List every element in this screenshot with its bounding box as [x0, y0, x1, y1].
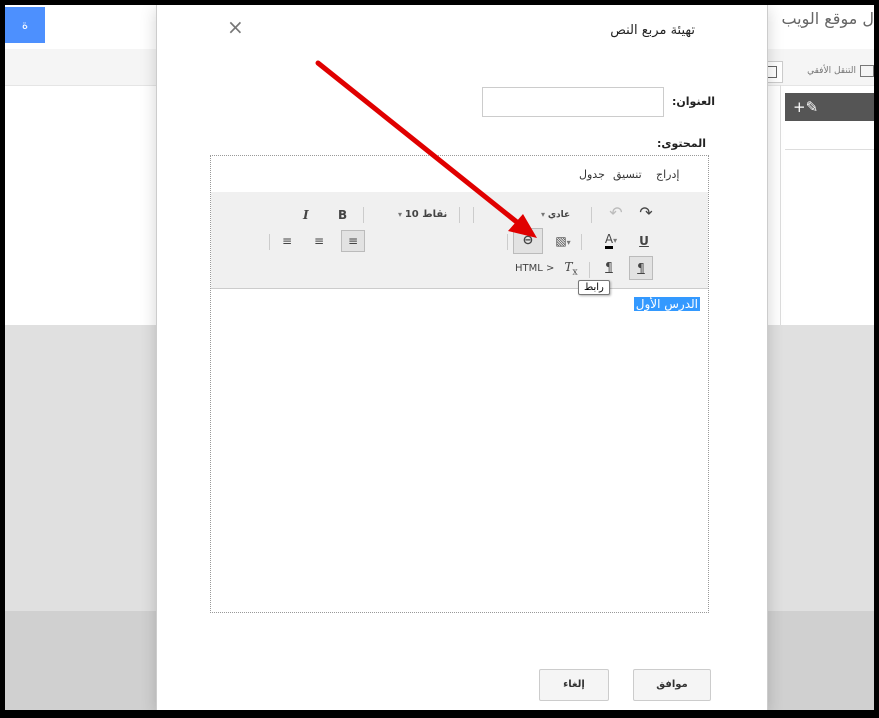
chevron-right-icon: >: [542, 263, 555, 274]
dialog-title: تهيئة مربع النص: [610, 23, 695, 38]
ltr-direction-icon[interactable]: ¶: [599, 258, 619, 276]
dropdown-arrow-icon: ▾: [541, 210, 548, 219]
undo-icon[interactable]: ↶: [605, 204, 627, 222]
clear-formatting-icon[interactable]: Tx: [561, 258, 581, 281]
html-button[interactable]: HTML >: [515, 260, 554, 278]
editor-content-area[interactable]: الدرس الأول: [211, 289, 708, 612]
style-value: عادي: [547, 210, 571, 220]
toolbar-separator: [363, 207, 364, 223]
rich-text-editor: إدراج تنسيق جدول I B ▾ 10 نقاط ▾ عادي ↶ …: [210, 155, 709, 613]
screen: ة ل موقع الويب التنقل الأفقي +✎ تهيئة مر…: [5, 5, 874, 710]
align-left-icon[interactable]: ≡: [277, 232, 297, 250]
horizontal-nav-option[interactable]: التنقل الأفقي: [807, 65, 874, 77]
ok-button[interactable]: موافق: [633, 669, 711, 701]
background-blue-button[interactable]: ة: [5, 7, 45, 43]
rtl-direction-icon[interactable]: ¶: [629, 256, 653, 280]
layout-icon: [860, 65, 874, 77]
toolbar-separator: [591, 207, 592, 223]
content-label: المحتوى:: [657, 137, 707, 150]
title-input[interactable]: [482, 87, 664, 117]
redo-icon[interactable]: ↷: [635, 204, 657, 222]
background-site-title: ل موقع الويب: [781, 9, 874, 28]
link-icon[interactable]: ⊖: [513, 228, 543, 254]
toolbar-separator: [459, 207, 460, 223]
align-center-icon[interactable]: ≡: [309, 232, 329, 250]
toolbar-separator: [581, 234, 582, 250]
align-right-icon[interactable]: ≡: [341, 230, 365, 252]
close-icon[interactable]: ×: [227, 15, 244, 39]
menu-format[interactable]: تنسيق: [613, 168, 642, 181]
toolbar-separator: [473, 207, 474, 223]
underline-button[interactable]: U: [635, 232, 653, 250]
background-divider: [785, 149, 874, 150]
highlight-color-icon[interactable]: ▧▾: [551, 232, 575, 252]
menu-table[interactable]: جدول: [579, 168, 605, 181]
toolbar-separator: [507, 234, 508, 250]
editor-toolbar: I B ▾ 10 نقاط ▾ عادي ↶ ↷ ≡ ≡ ≡ ⊖ ▧▾ A▾ U…: [211, 192, 708, 289]
title-label: العنوان:: [672, 95, 716, 108]
bold-button[interactable]: B: [338, 206, 347, 224]
background-right-panel: [780, 85, 874, 325]
selected-content-text[interactable]: الدرس الأول: [633, 297, 700, 311]
dropdown-arrow-icon: ▾: [398, 210, 405, 219]
editor-menubar: إدراج تنسيق جدول: [211, 156, 708, 193]
horizontal-nav-label: التنقل الأفقي: [807, 66, 856, 76]
style-dropdown[interactable]: ▾ عادي: [541, 206, 570, 224]
toolbar-separator: [589, 262, 590, 278]
text-box-settings-dialog: تهيئة مربع النص × العنوان: المحتوى: إدرا…: [157, 5, 767, 710]
italic-button[interactable]: I: [303, 206, 309, 224]
font-size-dropdown[interactable]: ▾ 10 نقاط: [398, 206, 447, 224]
html-label: HTML: [515, 263, 543, 274]
toolbar-separator: [269, 234, 270, 250]
menu-insert[interactable]: إدراج: [656, 168, 679, 181]
font-size-value: 10 نقاط: [404, 209, 448, 220]
text-color-icon[interactable]: A▾: [597, 230, 625, 250]
background-edit-bar[interactable]: +✎: [785, 93, 874, 121]
cancel-button[interactable]: إلغاء: [539, 669, 609, 701]
